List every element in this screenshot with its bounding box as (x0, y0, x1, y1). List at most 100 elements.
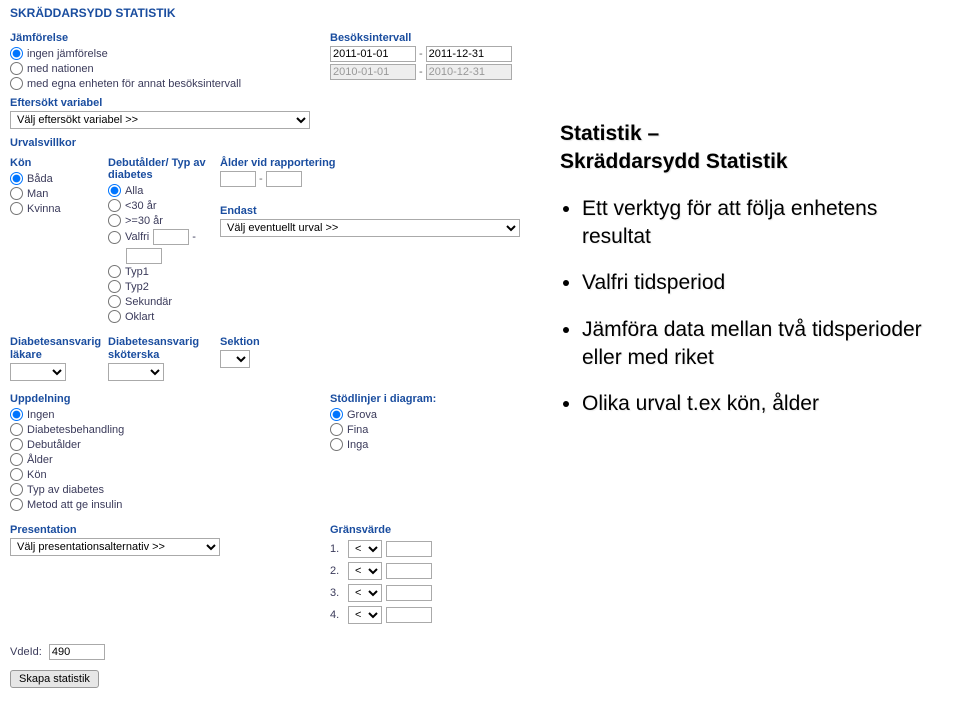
gransvarde-op-3[interactable]: < (348, 584, 382, 602)
besoksintervall-label: Besöksintervall (330, 32, 512, 44)
gransvarde-val-3[interactable] (386, 585, 432, 601)
stodlinjer-label: Stödlinjer i diagram: (330, 393, 436, 405)
upp-opt-5[interactable]: Typ av diabetes (10, 483, 330, 496)
kon-opt-1-label: Man (27, 188, 48, 200)
debut-opt-1-label: <30 år (125, 200, 157, 212)
diab-skot-label: Diabetesansvarig sköterska (108, 336, 220, 361)
page-title: SKRÄDDARSYDD STATISTIK (10, 6, 960, 20)
gransvarde-row-4: 4.< (330, 606, 432, 624)
debut-opt-0[interactable]: Alla (108, 184, 220, 197)
endast-select[interactable]: Välj eventuellt urval >> (220, 219, 520, 237)
jamforelse-opt-1[interactable]: med nationen (10, 62, 330, 75)
side-h2: Skräddarsydd Statistik (560, 150, 788, 173)
debut-opt-2[interactable]: >=30 år (108, 214, 220, 227)
vdeid-input[interactable] (49, 644, 105, 660)
debut-opt-3-label: Valfri (125, 231, 149, 243)
alder-to[interactable] (266, 171, 302, 187)
side-b3: Jämföra data mellan två tidsperioder ell… (582, 316, 930, 373)
side-b2: Valfri tidsperiod (582, 269, 930, 297)
gransvarde-op-4[interactable]: < (348, 606, 382, 624)
type-opt-2-label: Sekundär (125, 296, 172, 308)
jamforelse-opt-1-label: med nationen (27, 63, 94, 75)
gransvarde-val-4[interactable] (386, 607, 432, 623)
upp-opt-6-label: Metod att ge insulin (27, 499, 122, 511)
stod-opt-2-label: Inga (347, 439, 368, 451)
kon-opt-0-label: Båda (27, 173, 53, 185)
vdeid-label: VdeId: (10, 646, 42, 658)
type-opt-3[interactable]: Oklart (108, 310, 220, 323)
type-opt-3-label: Oklart (125, 311, 154, 323)
type-opt-2[interactable]: Sekundär (108, 295, 220, 308)
upp-opt-4-label: Kön (27, 469, 47, 481)
eftersokt-select[interactable]: Välj eftersökt variabel >> (10, 111, 310, 129)
upp-opt-1-label: Diabetesbehandling (27, 424, 124, 436)
jamforelse-opt-0[interactable]: ingen jämförelse (10, 47, 330, 60)
gransvarde-row-3: 3.< (330, 584, 432, 602)
upp-opt-3-label: Ålder (27, 454, 53, 466)
debut-valfri-to[interactable] (126, 248, 162, 264)
jamforelse-opt-2-label: med egna enheten för annat besöksinterva… (27, 78, 241, 90)
besok-d2b (426, 64, 512, 80)
debut-label: Debutålder/ Typ av diabetes (108, 157, 220, 181)
stod-opt-0[interactable]: Grova (330, 408, 436, 421)
diab-lak-label: Diabetesansvarig läkare (10, 336, 108, 361)
besok-d1a[interactable] (330, 46, 416, 62)
type-opt-1-label: Typ2 (125, 281, 149, 293)
jamforelse-opt-2[interactable]: med egna enheten för annat besöksinterva… (10, 77, 330, 90)
alder-from[interactable] (220, 171, 256, 187)
diab-lak-select[interactable] (10, 363, 66, 381)
gransvarde-row-1: 1.< (330, 540, 432, 558)
side-b4: Olika urval t.ex kön, ålder (582, 390, 930, 418)
uppdelning-label: Uppdelning (10, 393, 330, 405)
debut-valfri-from[interactable] (153, 229, 189, 245)
upp-opt-2[interactable]: Debutålder (10, 438, 330, 451)
upp-opt-6[interactable]: Metod att ge insulin (10, 498, 330, 511)
sektion-label: Sektion (220, 336, 260, 348)
alder-rap-label: Ålder vid rapportering (220, 157, 530, 169)
debut-opt-0-label: Alla (125, 185, 143, 197)
eftersokt-label: Eftersökt variabel (10, 97, 960, 109)
presentation-label: Presentation (10, 524, 330, 536)
kon-opt-1[interactable]: Man (10, 187, 108, 200)
gransvarde-val-2[interactable] (386, 563, 432, 579)
stod-opt-2[interactable]: Inga (330, 438, 436, 451)
upp-opt-0-label: Ingen (27, 409, 55, 421)
upp-opt-2-label: Debutålder (27, 439, 81, 451)
sektion-select[interactable] (220, 350, 250, 368)
sep: - (419, 48, 423, 60)
kon-opt-2[interactable]: Kvinna (10, 202, 108, 215)
upp-opt-4[interactable]: Kön (10, 468, 330, 481)
stod-opt-0-label: Grova (347, 409, 377, 421)
gransvarde-label: Gränsvärde (330, 524, 432, 536)
gransvarde-val-1[interactable] (386, 541, 432, 557)
type-opt-1[interactable]: Typ2 (108, 280, 220, 293)
side-h1: Statistik – (560, 122, 659, 145)
gransvarde-op-1[interactable]: < (348, 540, 382, 558)
sep: - (419, 66, 423, 78)
kon-label: Kön (10, 157, 108, 169)
diab-skot-select[interactable] (108, 363, 164, 381)
side-panel: Statistik – Skräddarsydd Statistik Ett v… (560, 120, 930, 437)
gransvarde-op-2[interactable]: < (348, 562, 382, 580)
skapa-statistik-button[interactable]: Skapa statistik (10, 670, 99, 688)
type-opt-0[interactable]: Typ1 (108, 265, 220, 278)
upp-opt-1[interactable]: Diabetesbehandling (10, 423, 330, 436)
kon-opt-0[interactable]: Båda (10, 172, 108, 185)
debut-opt-1[interactable]: <30 år (108, 199, 220, 212)
jamforelse-label: Jämförelse (10, 32, 330, 44)
besok-d2a (330, 64, 416, 80)
endast-label: Endast (220, 205, 530, 217)
besok-d1b[interactable] (426, 46, 512, 62)
gransvarde-row-2: 2.< (330, 562, 432, 580)
kon-opt-2-label: Kvinna (27, 203, 61, 215)
debut-opt-2-label: >=30 år (125, 215, 163, 227)
stod-opt-1-label: Fina (347, 424, 368, 436)
upp-opt-3[interactable]: Ålder (10, 453, 330, 466)
upp-opt-5-label: Typ av diabetes (27, 484, 104, 496)
debut-opt-3[interactable]: Valfri - (108, 229, 220, 245)
jamforelse-opt-0-label: ingen jämförelse (27, 48, 108, 60)
upp-opt-0[interactable]: Ingen (10, 408, 330, 421)
presentation-select[interactable]: Välj presentationsalternativ >> (10, 538, 220, 556)
side-b1: Ett verktyg för att följa enhetens resul… (582, 195, 930, 252)
stod-opt-1[interactable]: Fina (330, 423, 436, 436)
